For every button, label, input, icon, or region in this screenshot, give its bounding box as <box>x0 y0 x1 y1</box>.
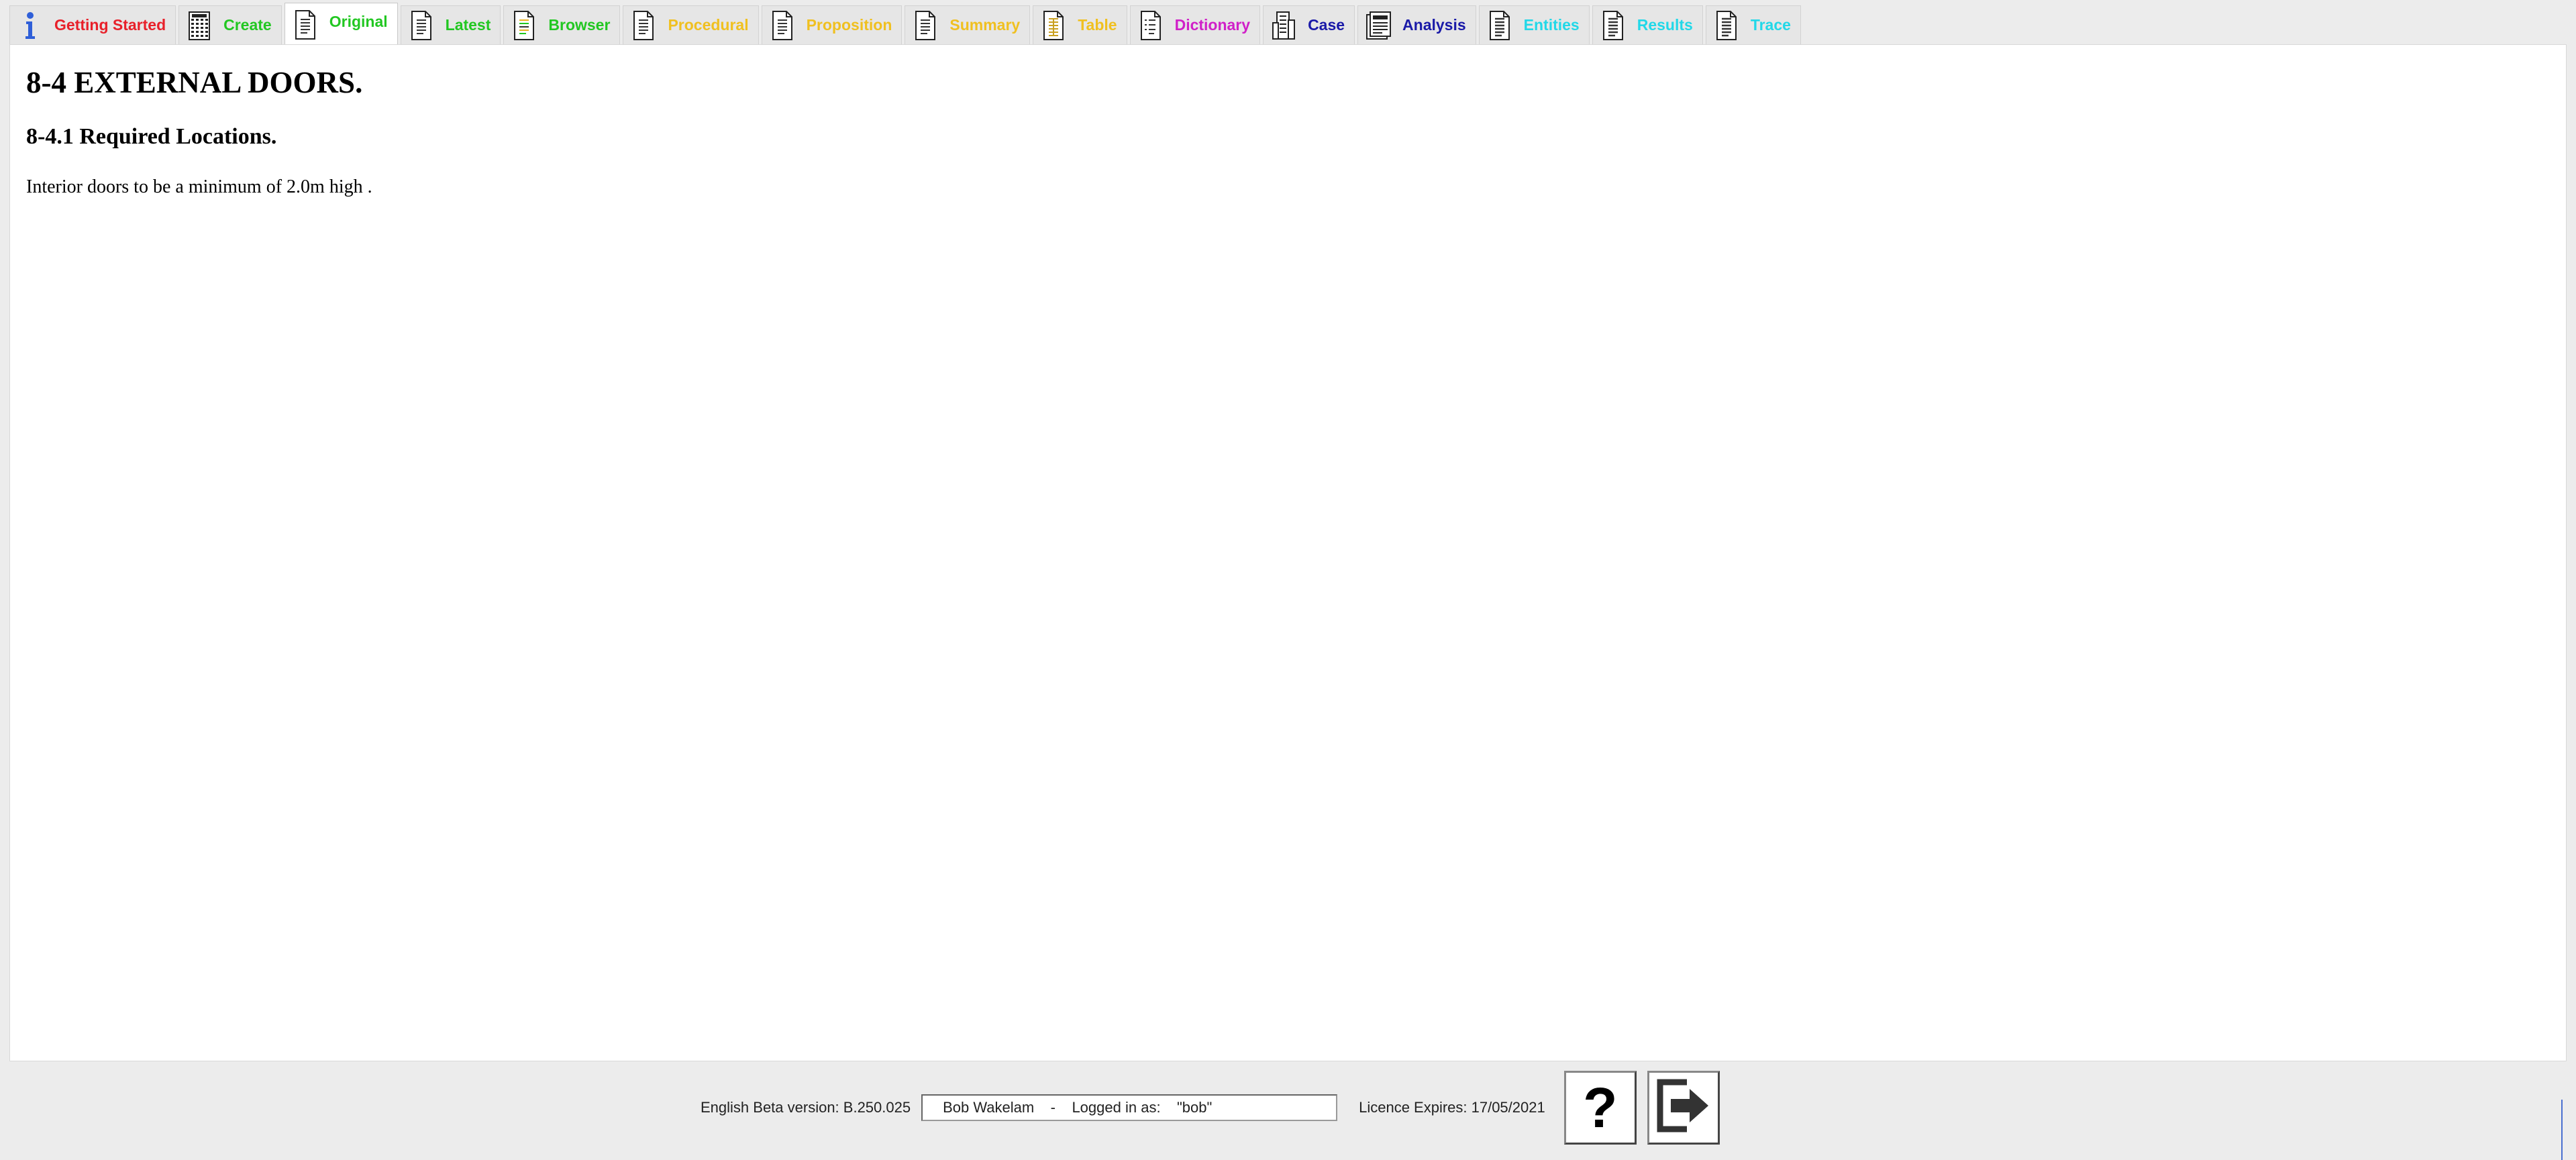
tab-label: Summary <box>949 16 1021 34</box>
document-body: Interior doors to be a minimum of 2.0m h… <box>26 176 372 197</box>
exit-arrow-icon <box>1655 1077 1712 1139</box>
resize-grip[interactable] <box>2561 1100 2576 1160</box>
colored-document-icon <box>511 9 537 42</box>
dictionary-icon <box>1137 9 1164 42</box>
tab-trace[interactable]: Trace <box>1705 5 1801 44</box>
document-subheading: 8-4.1 Required Locations. <box>26 124 277 149</box>
document-icon <box>292 9 319 41</box>
help-button[interactable]: ? <box>1563 1071 1637 1145</box>
document-icon <box>630 9 657 42</box>
tab-procedural[interactable]: Procedural <box>623 5 759 44</box>
tab-dictionary[interactable]: Dictionary <box>1129 5 1261 44</box>
tab-label: Create <box>223 16 272 34</box>
tab-label: Browser <box>548 16 611 34</box>
tab-label: Trace <box>1750 16 1791 34</box>
list-document-icon <box>1713 9 1740 42</box>
tab-browser[interactable]: Browser <box>503 5 621 44</box>
tab-label: Analysis <box>1402 16 1466 34</box>
info-icon <box>17 9 44 42</box>
question-mark-icon: ? <box>1583 1076 1618 1139</box>
tab-summary[interactable]: Summary <box>905 5 1031 44</box>
table-document-icon <box>1040 9 1067 42</box>
tab-label: Entities <box>1523 16 1580 34</box>
tab-table[interactable]: Table <box>1033 5 1127 44</box>
document-icon <box>769 9 796 42</box>
tab-entities[interactable]: Entities <box>1478 5 1590 44</box>
tab-create[interactable]: Create <box>178 5 282 44</box>
tab-label: Getting Started <box>54 16 166 34</box>
tab-label: Proposition <box>806 16 892 34</box>
tab-label: Original <box>329 13 388 30</box>
status-bar: English Beta version: B.250.025 Bob Wake… <box>701 1071 1731 1145</box>
document-icon <box>408 9 435 42</box>
tab-label: Latest <box>445 16 491 34</box>
document-heading: 8-4 EXTERNAL DOORS. <box>26 66 363 99</box>
tab-bar: Getting Started Create Original Latest Brows… <box>9 3 1804 46</box>
tab-case[interactable]: Case <box>1263 5 1355 44</box>
version-label: English Beta version: B.250.025 <box>701 1099 911 1116</box>
tab-label: Results <box>1637 16 1693 34</box>
licence-expiry-label: Licence Expires: 17/05/2021 <box>1359 1099 1545 1116</box>
analysis-icon <box>1365 9 1392 42</box>
tab-label: Case <box>1308 16 1345 34</box>
list-document-icon <box>1486 9 1513 42</box>
tab-label: Dictionary <box>1174 16 1251 34</box>
tab-analysis[interactable]: Analysis <box>1357 5 1476 44</box>
tab-results[interactable]: Results <box>1592 5 1703 44</box>
tab-label: Table <box>1078 16 1117 34</box>
logged-in-user-field: Bob Wakelam - Logged in as: "bob" <box>921 1094 1338 1121</box>
exit-button[interactable] <box>1647 1071 1720 1145</box>
tab-getting-started[interactable]: Getting Started <box>9 5 176 44</box>
tab-original[interactable]: Original <box>284 3 398 46</box>
calculator-icon <box>186 9 213 42</box>
document-icon <box>912 9 939 42</box>
list-document-icon <box>1600 9 1627 42</box>
tab-label: Procedural <box>668 16 749 34</box>
tab-latest[interactable]: Latest <box>400 5 501 44</box>
tab-proposition[interactable]: Proposition <box>761 5 903 44</box>
building-icon <box>1270 9 1297 42</box>
document-panel: 8-4 EXTERNAL DOORS. 8-4.1 Required Locat… <box>9 44 2567 1061</box>
